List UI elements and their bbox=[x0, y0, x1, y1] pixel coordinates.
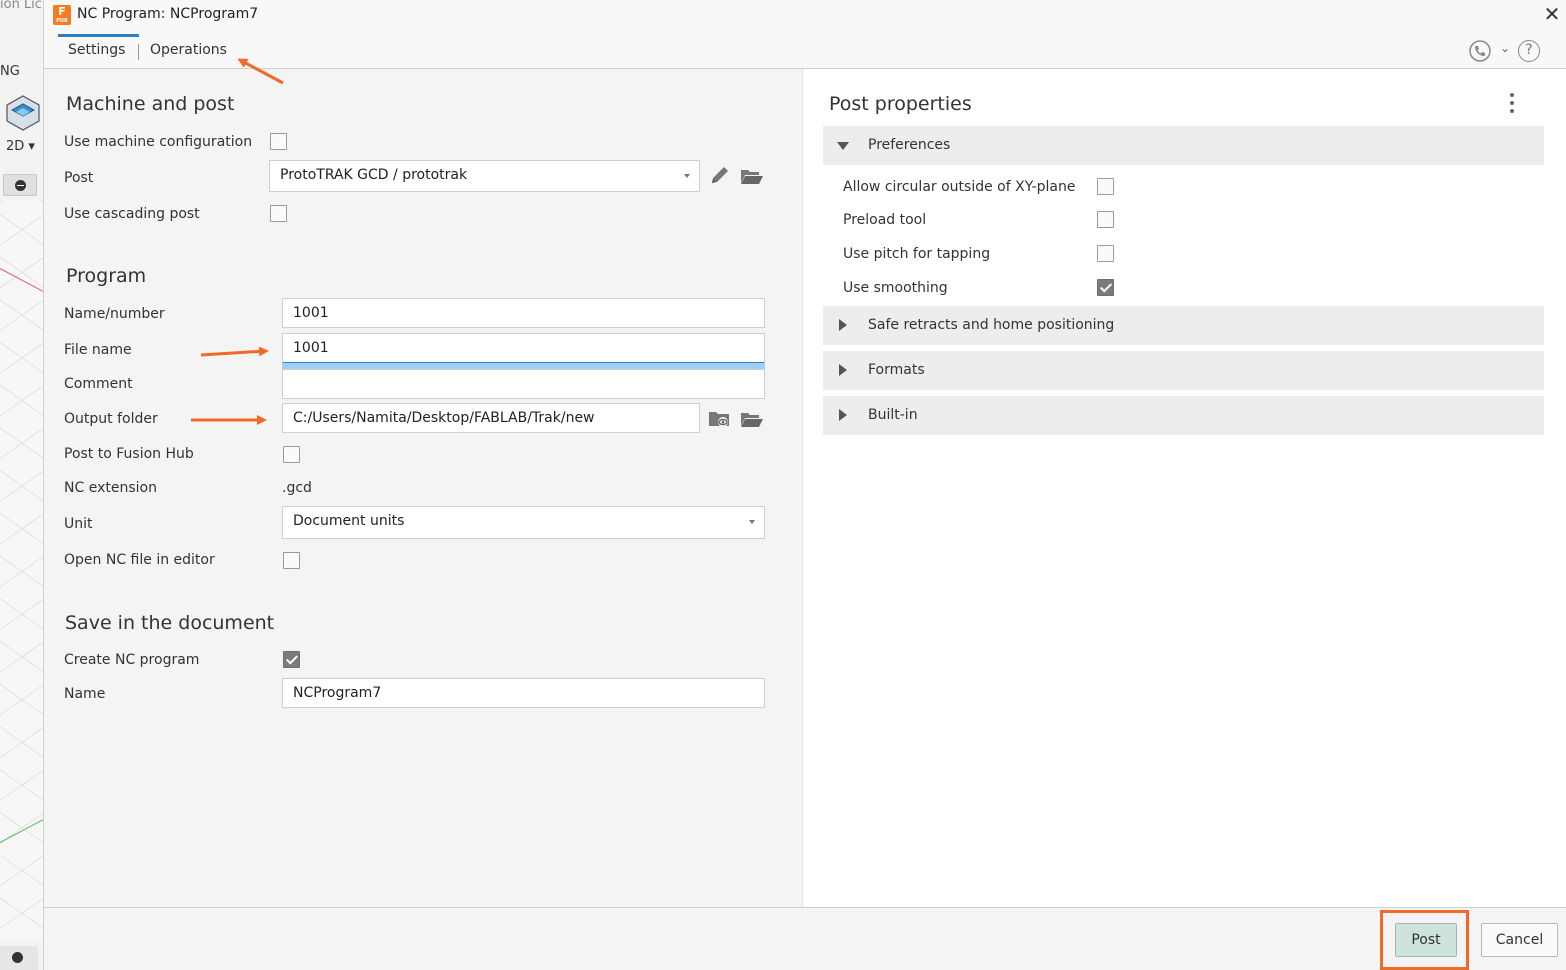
pencil-icon[interactable] bbox=[707, 164, 733, 188]
document-name-input[interactable]: NCProgram7 bbox=[282, 678, 765, 708]
help-icon[interactable]: ? bbox=[1518, 40, 1540, 62]
folder-view-icon[interactable] bbox=[707, 407, 733, 431]
pref-label: Allow circular outside of XY-plane bbox=[843, 179, 1076, 195]
use-cascading-post-label: Use cascading post bbox=[64, 206, 200, 222]
output-folder-label: Output folder bbox=[64, 411, 158, 427]
comment-input[interactable] bbox=[282, 369, 765, 399]
post-select[interactable]: ProtoTRAK GCD / prototrak bbox=[269, 160, 700, 192]
dialog-footer: Post Cancel bbox=[44, 907, 1566, 970]
document-name-label: Name bbox=[64, 686, 106, 702]
group-preferences[interactable]: Preferences bbox=[823, 126, 1544, 165]
use-machine-configuration-checkbox[interactable] bbox=[270, 133, 287, 150]
tab-divider bbox=[138, 44, 139, 60]
caret-down-icon bbox=[749, 520, 755, 524]
post-to-fusion-hub-label: Post to Fusion Hub bbox=[64, 446, 194, 462]
nc-program-dialog: F PUB NC Program: NCProgram7 ✕ Settings O… bbox=[44, 0, 1566, 970]
preload-tool-checkbox[interactable] bbox=[1097, 211, 1114, 228]
plus-icon bbox=[12, 952, 23, 963]
file-name-input[interactable]: 1001 bbox=[282, 333, 765, 364]
section-title-program: Program bbox=[66, 265, 147, 287]
nc-extension-value: .gcd bbox=[282, 480, 312, 496]
post-properties-pane: Post properties Preferences Allow circul… bbox=[802, 69, 1566, 907]
expand-right-icon bbox=[839, 409, 847, 421]
chevron-down-icon[interactable]: ⌄ bbox=[1500, 41, 1510, 55]
group-label: Safe retracts and home positioning bbox=[868, 317, 1115, 333]
unit-label: Unit bbox=[64, 516, 93, 532]
use-pitch-tapping-checkbox[interactable] bbox=[1097, 245, 1114, 262]
post-button[interactable]: Post bbox=[1395, 923, 1457, 957]
view-cube-icon[interactable] bbox=[4, 94, 42, 132]
tab-settings[interactable]: Settings bbox=[68, 42, 125, 58]
close-icon[interactable]: ✕ bbox=[1542, 4, 1562, 24]
tab-bar: Settings Operations ⌄ ? bbox=[44, 32, 1566, 69]
fusion-logo-icon: F PUB bbox=[53, 5, 71, 25]
background-app-text: ion Lic bbox=[0, 0, 42, 12]
more-options-icon[interactable] bbox=[1510, 93, 1516, 115]
create-nc-program-label: Create NC program bbox=[64, 652, 200, 668]
group-label: Preferences bbox=[868, 137, 951, 153]
unit-select[interactable]: Document units bbox=[282, 506, 765, 539]
folder-open-icon[interactable] bbox=[739, 407, 765, 431]
post-select-value: ProtoTRAK GCD / prototrak bbox=[280, 167, 468, 183]
allow-circular-checkbox[interactable] bbox=[1097, 178, 1114, 195]
create-nc-program-checkbox[interactable] bbox=[283, 651, 300, 668]
expand-right-icon bbox=[839, 364, 847, 376]
group-safe-retracts[interactable]: Safe retracts and home positioning bbox=[823, 306, 1544, 345]
name-number-label: Name/number bbox=[64, 306, 165, 322]
post-properties-title: Post properties bbox=[829, 93, 972, 115]
group-formats[interactable]: Formats bbox=[823, 351, 1544, 390]
active-tab-indicator bbox=[58, 34, 139, 37]
post-to-fusion-hub-checkbox[interactable] bbox=[283, 446, 300, 463]
phone-icon[interactable] bbox=[1469, 40, 1491, 62]
pref-label: Use pitch for tapping bbox=[843, 246, 991, 262]
use-cascading-post-checkbox[interactable] bbox=[270, 205, 287, 222]
expand-right-icon bbox=[839, 319, 847, 331]
file-name-label: File name bbox=[64, 342, 132, 358]
title-bar: F PUB NC Program: NCProgram7 ✕ bbox=[44, 0, 1566, 32]
name-number-input[interactable]: 1001 bbox=[282, 298, 765, 328]
use-machine-configuration-label: Use machine configuration bbox=[64, 134, 253, 150]
use-smoothing-checkbox[interactable] bbox=[1097, 279, 1114, 296]
zoom-in-button[interactable] bbox=[0, 946, 38, 970]
section-title-machine-post: Machine and post bbox=[66, 93, 235, 115]
background-workspace-label: NG bbox=[0, 64, 20, 79]
group-built-in[interactable]: Built-in bbox=[823, 396, 1544, 435]
cancel-button[interactable]: Cancel bbox=[1481, 923, 1558, 957]
view-mode-dropdown[interactable]: 2D ▾ bbox=[6, 139, 35, 154]
background-app-strip: ion Lic NG 2D ▾ bbox=[0, 0, 44, 970]
post-label: Post bbox=[64, 170, 94, 186]
settings-pane: Machine and post Use machine configurati… bbox=[44, 69, 802, 907]
window-title: NC Program: NCProgram7 bbox=[77, 6, 259, 22]
zoom-out-button[interactable] bbox=[3, 174, 37, 196]
pref-label: Use smoothing bbox=[843, 280, 948, 296]
folder-open-icon[interactable] bbox=[739, 164, 765, 188]
pref-label: Preload tool bbox=[843, 212, 927, 228]
section-title-save-document: Save in the document bbox=[65, 612, 275, 634]
group-label: Formats bbox=[868, 362, 925, 378]
nc-extension-label: NC extension bbox=[64, 480, 157, 496]
open-nc-file-checkbox[interactable] bbox=[283, 552, 300, 569]
comment-label: Comment bbox=[64, 376, 133, 392]
caret-down-icon bbox=[684, 174, 690, 178]
expand-down-icon bbox=[837, 142, 849, 150]
minus-icon bbox=[15, 180, 26, 191]
tab-operations[interactable]: Operations bbox=[150, 42, 227, 58]
unit-select-value: Document units bbox=[293, 513, 405, 529]
output-folder-input[interactable]: C:/Users/Namita/Desktop/FABLAB/Trak/new bbox=[282, 403, 700, 433]
open-nc-file-label: Open NC file in editor bbox=[64, 552, 215, 568]
group-label: Built-in bbox=[868, 407, 918, 423]
